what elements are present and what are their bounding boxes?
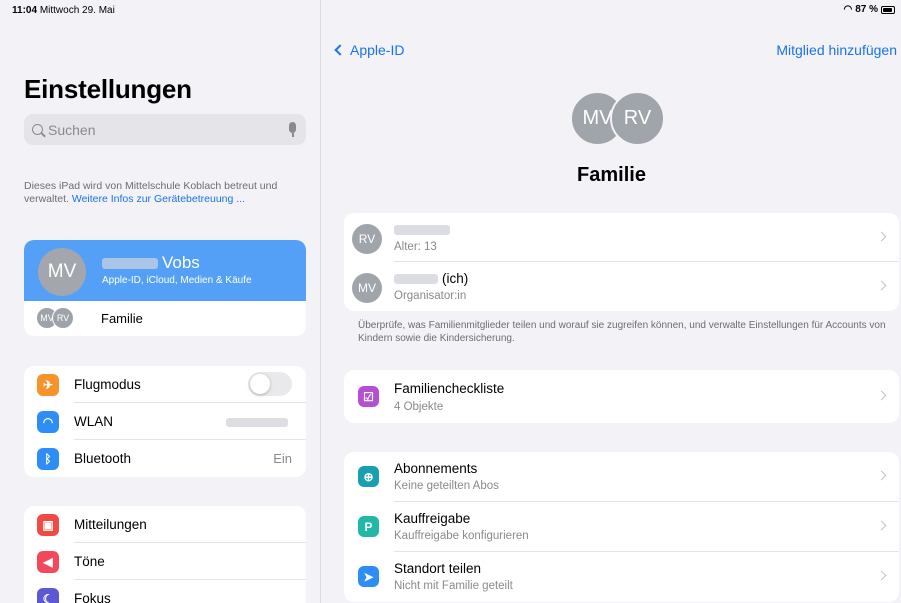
sidebar-item-notifications[interactable]: ▣ Mitteilungen bbox=[24, 506, 306, 543]
sidebar-item-family[interactable]: MV RV Familie bbox=[24, 301, 306, 336]
family-note: Überprüfe, was Familienmitglieder teilen… bbox=[358, 320, 886, 344]
members-list: RV Alter: 13 MV (ich) Organisator:in bbox=[344, 213, 899, 311]
checklist-card: ☑ Familiencheckliste 4 Objekte bbox=[344, 370, 899, 423]
subscriptions-icon: ⊕ bbox=[358, 466, 379, 487]
status-time: 11:04 Mittwoch 29. Mai bbox=[12, 5, 115, 16]
search-icon bbox=[32, 124, 43, 135]
member-name: (ich) bbox=[394, 271, 468, 286]
connectivity-group: ✈ Flugmodus ◠ WLAN ᛒ Bluetooth Ein bbox=[24, 366, 306, 477]
sidebar-item-airplane-mode[interactable]: ✈ Flugmodus bbox=[24, 366, 306, 403]
moon-icon: ☾ bbox=[37, 587, 59, 603]
purchase-sharing-row[interactable]: P Kauffreigabe Kauffreigabe konfiguriere… bbox=[344, 502, 899, 552]
sidebar-item-label: Familie bbox=[101, 311, 143, 326]
feature-subtitle: Nicht mit Familie geteilt bbox=[394, 580, 513, 592]
subscriptions-row[interactable]: ⊕ Abonnements Keine geteilten Abos bbox=[344, 452, 899, 502]
chevron-right-icon bbox=[876, 231, 887, 242]
feature-title: Abonnements bbox=[394, 461, 478, 476]
avatar: RV bbox=[610, 91, 665, 146]
account-group: MV Vobs Apple-ID, iCloud, Medien & Käufe… bbox=[24, 240, 306, 336]
add-member-button[interactable]: Mitglied hinzufügen bbox=[776, 42, 897, 58]
chevron-right-icon bbox=[876, 570, 887, 581]
sidebar-item-focus[interactable]: ☾ Fokus bbox=[24, 580, 306, 603]
member-row[interactable]: MV (ich) Organisator:in bbox=[344, 262, 899, 311]
profile-name: Vobs bbox=[102, 253, 200, 273]
back-button[interactable]: Apple-ID bbox=[334, 42, 404, 58]
feature-subtitle: Kauffreigabe konfigurieren bbox=[394, 530, 529, 542]
chevron-right-icon bbox=[876, 390, 887, 401]
location-sharing-row[interactable]: ➤ Standort teilen Nicht mit Familie gete… bbox=[344, 552, 899, 602]
sidebar-item-label: Mitteilungen bbox=[74, 517, 147, 532]
wifi-icon: ◠ bbox=[37, 410, 59, 433]
purchase-sharing-icon: P bbox=[358, 516, 379, 537]
settings-sidebar: Einstellungen Suchen Dieses iPad wird vo… bbox=[0, 0, 321, 603]
apple-id-profile[interactable]: MV Vobs Apple-ID, iCloud, Medien & Käufe bbox=[24, 240, 306, 301]
battery-icon bbox=[881, 5, 895, 14]
redacted-network-name bbox=[226, 414, 292, 429]
airplane-mode-toggle[interactable] bbox=[248, 372, 292, 396]
speaker-icon: ◀ bbox=[37, 550, 59, 573]
bluetooth-status: Ein bbox=[273, 451, 292, 466]
wifi-icon: ◠ bbox=[843, 4, 853, 15]
profile-subtitle: Apple-ID, iCloud, Medien & Käufe bbox=[102, 275, 252, 286]
checklist-title: Familiencheckliste bbox=[394, 381, 505, 396]
avatar: MV bbox=[352, 273, 382, 303]
page-title: Familie bbox=[577, 164, 646, 186]
avatar: RV bbox=[352, 224, 382, 254]
features-card: ⊕ Abonnements Keine geteilten Abos P Kau… bbox=[344, 452, 899, 602]
family-avatars: MV RV bbox=[570, 91, 670, 147]
feature-title: Kauffreigabe bbox=[394, 511, 471, 526]
location-arrow-icon: ➤ bbox=[358, 566, 379, 587]
feature-title: Standort teilen bbox=[394, 561, 482, 576]
sidebar-item-label: Flugmodus bbox=[74, 377, 141, 392]
family-checklist-row[interactable]: ☑ Familiencheckliste 4 Objekte bbox=[344, 370, 899, 423]
member-subtitle: Alter: 13 bbox=[394, 241, 437, 253]
status-bar: 11:04 Mittwoch 29. Mai ◠ 87 % bbox=[0, 0, 901, 22]
notifications-group: ▣ Mitteilungen ◀ Töne ☾ Fokus bbox=[24, 506, 306, 603]
redacted-first-name bbox=[102, 258, 158, 270]
chevron-right-icon bbox=[876, 280, 887, 291]
sidebar-item-label: Fokus bbox=[74, 591, 111, 603]
search-field[interactable]: Suchen bbox=[24, 114, 306, 145]
member-name bbox=[394, 222, 454, 237]
member-row[interactable]: RV Alter: 13 bbox=[344, 213, 899, 262]
sidebar-item-sounds[interactable]: ◀ Töne bbox=[24, 543, 306, 580]
sidebar-item-wlan[interactable]: ◠ WLAN bbox=[24, 403, 306, 440]
airplane-icon: ✈ bbox=[37, 373, 59, 396]
managed-device-note: Dieses iPad wird von Mittelschule Koblac… bbox=[24, 180, 278, 205]
checklist-subtitle: 4 Objekte bbox=[394, 401, 444, 413]
avatar: MV bbox=[38, 248, 86, 296]
microphone-icon[interactable] bbox=[289, 122, 296, 137]
search-placeholder: Suchen bbox=[48, 121, 96, 138]
avatar: RV bbox=[52, 307, 74, 329]
member-subtitle: Organisator:in bbox=[394, 290, 467, 302]
feature-subtitle: Keine geteilten Abos bbox=[394, 480, 499, 492]
family-detail: Apple-ID Mitglied hinzufügen MV RV Famil… bbox=[322, 0, 901, 603]
chevron-right-icon bbox=[876, 470, 887, 481]
checklist-icon: ☑ bbox=[358, 386, 379, 407]
chevron-right-icon bbox=[876, 520, 887, 531]
notifications-icon: ▣ bbox=[37, 513, 59, 536]
sidebar-title: Einstellungen bbox=[24, 74, 192, 104]
status-indicators: ◠ 87 % bbox=[843, 4, 895, 15]
sidebar-item-label: Töne bbox=[74, 554, 105, 569]
status-date: Mittwoch 29. Mai bbox=[39, 5, 115, 16]
sidebar-item-label: Bluetooth bbox=[74, 451, 132, 466]
battery-percentage: 87 % bbox=[855, 4, 878, 15]
sidebar-item-bluetooth[interactable]: ᛒ Bluetooth Ein bbox=[24, 440, 306, 477]
sidebar-item-label: WLAN bbox=[74, 414, 114, 429]
chevron-left-icon bbox=[334, 44, 346, 56]
bluetooth-icon: ᛒ bbox=[37, 447, 59, 470]
managed-info-link[interactable]: Weitere Infos zur Gerätebetreuung ... bbox=[72, 193, 245, 205]
